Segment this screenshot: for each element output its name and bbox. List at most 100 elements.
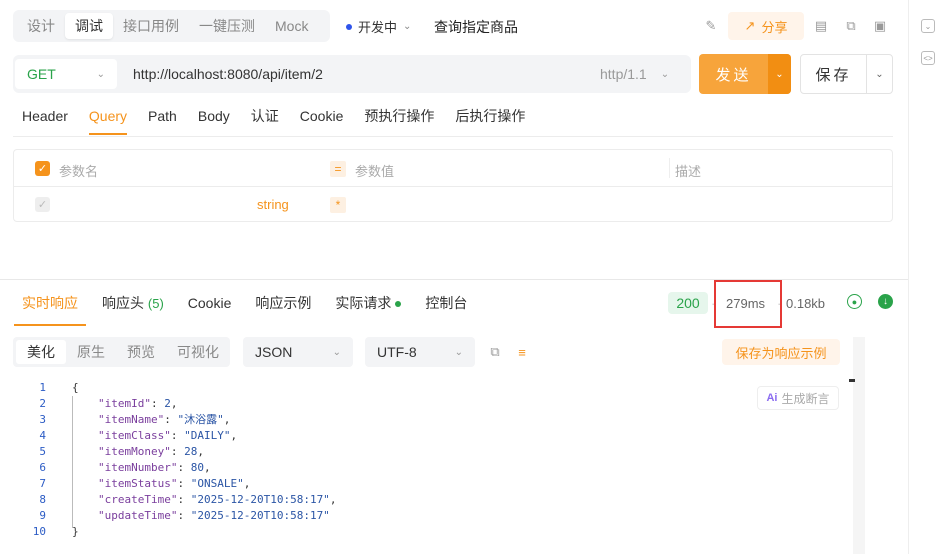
tab-header[interactable]: Header: [22, 107, 68, 135]
encoding-select[interactable]: UTF-8 ⌄: [365, 337, 475, 367]
save-label: 保存: [801, 55, 867, 93]
tab-post-script[interactable]: 后执行操作: [455, 107, 525, 135]
json-comma: ,: [223, 413, 231, 426]
tab-live-response[interactable]: 实时响应: [14, 294, 86, 326]
divider: [13, 136, 893, 137]
json-value: "沐浴露": [177, 413, 224, 426]
url-input[interactable]: http://localhost:8080/api/item/2: [133, 66, 323, 82]
top-tab-bar: 设计 调试 接口用例 一键压测 Mock: [13, 10, 330, 42]
tab-mock[interactable]: Mock: [265, 13, 318, 39]
tab-pretty[interactable]: 美化: [16, 340, 66, 364]
tab-body[interactable]: Body: [198, 107, 230, 135]
save-button[interactable]: 保存 ⌄: [800, 54, 893, 94]
request-tabs: Header Query Path Body 认证 Cookie 预执行操作 后…: [22, 107, 546, 135]
code-text: "itemStatus": "ONSALE",: [98, 477, 251, 490]
encoding-label: UTF-8: [377, 344, 417, 360]
tab-cookie[interactable]: Cookie: [300, 107, 344, 135]
tab-response-examples[interactable]: 响应示例: [255, 294, 311, 326]
response-time: 279ms: [726, 296, 766, 311]
api-name: 查询指定商品: [434, 19, 518, 35]
tab-console[interactable]: 控制台: [425, 294, 467, 326]
tab-load-test[interactable]: 一键压测: [189, 13, 265, 39]
save-dropdown-chevron-icon[interactable]: ⌄: [867, 55, 892, 93]
tab-actual-request-label: 实际请求: [335, 295, 392, 311]
header-count-badge: (5): [147, 296, 164, 311]
tab-auth[interactable]: 认证: [251, 107, 279, 135]
code-text: "updateTime": "2025-12-20T10:58:17": [98, 509, 330, 522]
json-value: 28: [184, 445, 198, 458]
scroll-marker: [849, 379, 855, 382]
archive-icon[interactable]: ▣: [872, 18, 888, 34]
select-all-checkbox[interactable]: ✓: [35, 161, 50, 176]
generate-assertion-label: 生成断言: [781, 391, 830, 406]
header-param-name: 参数名: [59, 164, 99, 179]
json-value: "ONSALE": [190, 477, 244, 490]
json-comma: ,: [170, 397, 178, 410]
tab-response-cookie-label: Cookie: [187, 295, 232, 311]
edit-icon[interactable]: ✎: [703, 18, 719, 34]
tab-query[interactable]: Query: [88, 107, 128, 135]
line-number: 1: [39, 381, 46, 394]
row-divider: [14, 186, 892, 187]
format-lines-icon[interactable]: ≡: [514, 344, 530, 360]
tab-console-label: 控制台: [425, 295, 468, 311]
tab-actual-request[interactable]: 实际请求: [335, 294, 402, 326]
environment-selector[interactable]: 开发中 ⌄: [346, 17, 411, 36]
response-tabs: 实时响应 响应头 (5) Cookie 响应示例 实际请求 控制台: [14, 294, 491, 326]
required-star-icon[interactable]: *: [330, 197, 346, 213]
param-type-select[interactable]: string: [257, 197, 289, 212]
copy-response-icon[interactable]: ⧉: [487, 344, 503, 360]
json-value: 80: [190, 461, 204, 474]
share-button[interactable]: ↗ 分享: [728, 12, 804, 40]
protocol-select[interactable]: http/1.1 ⌄: [600, 66, 669, 82]
tab-path[interactable]: Path: [148, 107, 177, 135]
save-as-example-button[interactable]: 保存为响应示例: [722, 339, 840, 365]
json-comma: ,: [197, 445, 204, 458]
tab-response-headers[interactable]: 响应头 (5): [102, 294, 164, 326]
line-number: 9: [39, 509, 46, 522]
param-value-input[interactable]: [355, 194, 655, 214]
json-comma: ,: [243, 477, 251, 490]
method-select[interactable]: GET ⌄: [15, 59, 117, 89]
response-body[interactable]: 1{2 "itemId": 2, 3 "itemName": "沐浴露", 4 "item…: [13, 378, 853, 554]
tab-response-cookie[interactable]: Cookie: [188, 294, 232, 326]
tab-pre-script[interactable]: 预执行操作: [364, 107, 434, 135]
row-checkbox[interactable]: ✓: [35, 197, 50, 212]
send-dropdown-chevron-icon[interactable]: ⌄: [768, 54, 791, 94]
globe-icon[interactable]: ●: [847, 294, 862, 309]
chevron-down-icon: ⌄: [403, 21, 412, 32]
chevron-down-icon: ⌄: [96, 68, 105, 80]
tab-design[interactable]: 设计: [17, 13, 65, 39]
scrollbar[interactable]: [853, 337, 865, 554]
tab-visualize[interactable]: 可视化: [166, 340, 230, 364]
chevron-down-icon: ⌄: [660, 68, 670, 80]
tab-test-cases[interactable]: 接口用例: [113, 13, 189, 39]
param-name-input[interactable]: [59, 194, 239, 214]
indent-guide: [72, 396, 73, 528]
collapse-icon[interactable]: ⌄: [921, 19, 935, 33]
status-dot-icon: [395, 301, 402, 308]
json-key: "itemName": [98, 413, 165, 426]
format-select[interactable]: JSON ⌄: [243, 337, 353, 367]
chevron-down-icon: ⌄: [332, 346, 341, 358]
tab-preview[interactable]: 预览: [116, 340, 166, 364]
json-key: "createTime": [98, 493, 178, 506]
send-button[interactable]: 发送 ⌄: [699, 54, 791, 94]
tab-raw[interactable]: 原生: [66, 340, 116, 364]
tab-response-examples-label: 响应示例: [255, 295, 312, 311]
copy-icon[interactable]: ⧉: [843, 18, 859, 34]
tab-debug[interactable]: 调试: [65, 13, 113, 39]
protocol-label: http/1.1: [600, 66, 647, 82]
header-param-value: 参数值: [355, 164, 395, 179]
code-text: "itemNumber": 80,: [98, 461, 211, 474]
panel-border: [908, 0, 909, 554]
line-number: 3: [39, 413, 46, 426]
lock-icon[interactable]: ▤: [813, 18, 829, 34]
json-value: "DAILY": [184, 429, 231, 442]
code-icon[interactable]: <>: [921, 51, 935, 65]
json-comma: ,: [329, 493, 337, 506]
download-icon[interactable]: ↓: [878, 294, 893, 309]
code-text: }: [72, 525, 79, 538]
json-comma: ,: [230, 429, 238, 442]
generate-assertion-button[interactable]: Ai 生成断言: [757, 386, 839, 410]
